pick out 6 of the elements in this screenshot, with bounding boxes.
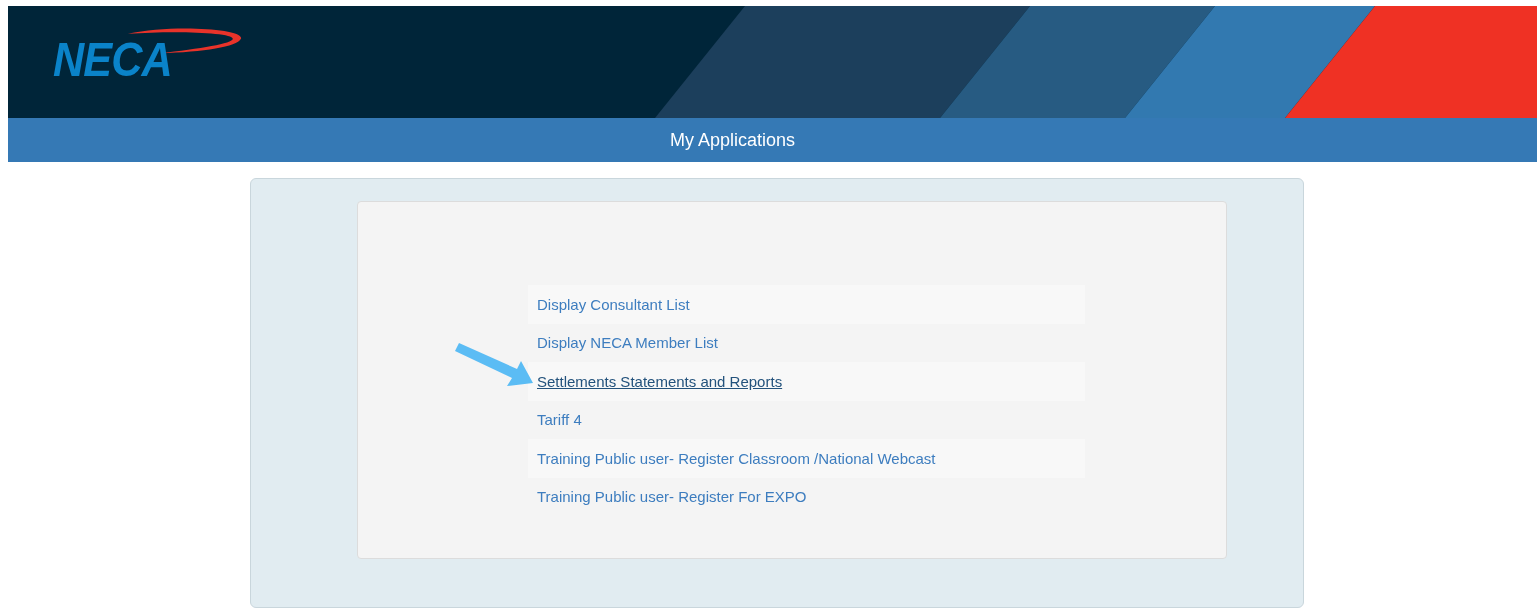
application-link[interactable]: Training Public user- Register For EXPO [537, 488, 807, 506]
page-title: My Applications [669, 129, 796, 151]
logo: NECA [53, 36, 172, 84]
application-link[interactable]: Display Consultant List [537, 295, 690, 313]
application-link[interactable]: Display NECA Member List [537, 334, 718, 352]
application-link[interactable]: Tariff 4 [537, 411, 582, 429]
